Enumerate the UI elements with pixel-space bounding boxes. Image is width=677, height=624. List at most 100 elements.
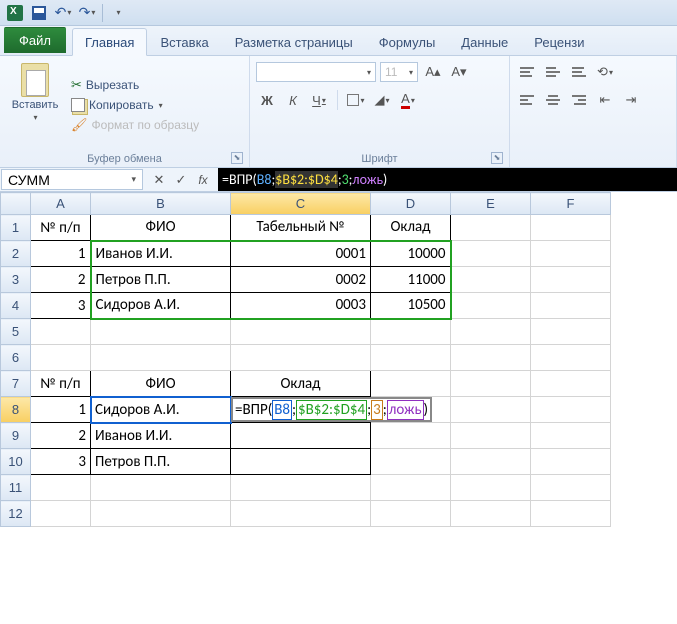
- row-header-9[interactable]: 9: [1, 423, 31, 449]
- cell-A7[interactable]: № п/п: [31, 371, 91, 397]
- row-header-4[interactable]: 4: [1, 293, 31, 319]
- col-header-F[interactable]: F: [531, 193, 611, 215]
- cell-C4[interactable]: 0003: [231, 293, 371, 319]
- align-left-button[interactable]: [516, 89, 538, 111]
- cell-E6[interactable]: [451, 345, 531, 371]
- select-all-button[interactable]: [1, 193, 31, 215]
- cell-F2[interactable]: [531, 241, 611, 267]
- row-header-2[interactable]: 2: [1, 241, 31, 267]
- formula-input[interactable]: =ВПР(B8;$B$2:$D$4;3;ложь): [218, 168, 677, 191]
- cell-D5[interactable]: [371, 319, 451, 345]
- cell-E2[interactable]: [451, 241, 531, 267]
- cell-A9[interactable]: 2: [31, 423, 91, 449]
- cell-A8[interactable]: 1: [31, 397, 91, 423]
- row-header-10[interactable]: 10: [1, 449, 31, 475]
- cell-B11[interactable]: [91, 475, 231, 501]
- font-size-combo[interactable]: 11▾: [380, 62, 418, 82]
- dialog-launcher-icon[interactable]: ⬊: [491, 152, 503, 164]
- row-header-5[interactable]: 5: [1, 319, 31, 345]
- cell-E7[interactable]: [451, 371, 531, 397]
- app-icon[interactable]: [4, 3, 26, 23]
- cell-A6[interactable]: [31, 345, 91, 371]
- cell-F12[interactable]: [531, 501, 611, 527]
- qat-customize[interactable]: ▾: [107, 3, 129, 23]
- cell-F3[interactable]: [531, 267, 611, 293]
- row-header-12[interactable]: 12: [1, 501, 31, 527]
- align-middle-button[interactable]: [542, 61, 564, 83]
- cell-D4[interactable]: 10500: [371, 293, 451, 319]
- cell-F4[interactable]: [531, 293, 611, 319]
- tab-data[interactable]: Данные: [448, 28, 521, 55]
- fill-color-button[interactable]: ◢▾: [371, 89, 393, 111]
- tab-file[interactable]: Файл: [4, 27, 66, 53]
- align-bottom-button[interactable]: [568, 61, 590, 83]
- cell-A11[interactable]: [31, 475, 91, 501]
- cancel-button[interactable]: ✕: [148, 169, 170, 191]
- cell-A1[interactable]: № п/п: [31, 215, 91, 241]
- font-name-combo[interactable]: ▾: [256, 62, 376, 82]
- row-header-11[interactable]: 11: [1, 475, 31, 501]
- grow-font-button[interactable]: A▴: [422, 61, 444, 83]
- cell-F9[interactable]: [531, 423, 611, 449]
- cell-E4[interactable]: [451, 293, 531, 319]
- cell-D1[interactable]: Оклад: [371, 215, 451, 241]
- cell-B4[interactable]: Сидоров А.И.: [91, 293, 231, 319]
- cell-D12[interactable]: [371, 501, 451, 527]
- cell-A5[interactable]: [31, 319, 91, 345]
- borders-button[interactable]: ▾: [345, 89, 367, 111]
- row-header-8[interactable]: 8: [1, 397, 31, 423]
- cell-C7[interactable]: Оклад: [231, 371, 371, 397]
- cell-F11[interactable]: [531, 475, 611, 501]
- cell-F5[interactable]: [531, 319, 611, 345]
- cell-E3[interactable]: [451, 267, 531, 293]
- cell-B8[interactable]: Сидоров А.И.: [91, 397, 231, 423]
- col-header-C[interactable]: C: [231, 193, 371, 215]
- col-header-E[interactable]: E: [451, 193, 531, 215]
- cell-C3[interactable]: 0002: [231, 267, 371, 293]
- cell-C11[interactable]: [231, 475, 371, 501]
- cell-B6[interactable]: [91, 345, 231, 371]
- row-header-6[interactable]: 6: [1, 345, 31, 371]
- cell-D10[interactable]: [371, 449, 451, 475]
- undo-button[interactable]: ↶▾: [52, 3, 74, 23]
- cell-C10[interactable]: [231, 449, 371, 475]
- cell-A3[interactable]: 2: [31, 267, 91, 293]
- cell-A4[interactable]: 3: [31, 293, 91, 319]
- align-top-button[interactable]: [516, 61, 538, 83]
- tab-insert[interactable]: Вставка: [147, 28, 221, 55]
- tab-formulas[interactable]: Формулы: [366, 28, 449, 55]
- cell-B3[interactable]: Петров П.П.: [91, 267, 231, 293]
- cell-D6[interactable]: [371, 345, 451, 371]
- cell-B7[interactable]: ФИО: [91, 371, 231, 397]
- cell-F6[interactable]: [531, 345, 611, 371]
- decrease-indent-button[interactable]: ⇤: [594, 89, 616, 111]
- cell-F1[interactable]: [531, 215, 611, 241]
- save-button[interactable]: [28, 3, 50, 23]
- cell-D9[interactable]: [371, 423, 451, 449]
- format-painter-button[interactable]: 🖌Формат по образцу: [68, 115, 202, 135]
- cell-D2[interactable]: 10000: [371, 241, 451, 267]
- align-right-button[interactable]: [568, 89, 590, 111]
- cell-D11[interactable]: [371, 475, 451, 501]
- cell-C5[interactable]: [231, 319, 371, 345]
- cell-E8[interactable]: [451, 397, 531, 423]
- cut-button[interactable]: ✂Вырезать: [68, 75, 202, 95]
- enter-button[interactable]: ✓: [170, 169, 192, 191]
- cell-F10[interactable]: [531, 449, 611, 475]
- cell-E1[interactable]: [451, 215, 531, 241]
- col-header-B[interactable]: B: [91, 193, 231, 215]
- cell-C1[interactable]: Табельный №: [231, 215, 371, 241]
- italic-button[interactable]: К: [282, 89, 304, 111]
- cell-B12[interactable]: [91, 501, 231, 527]
- worksheet-grid[interactable]: A B C D E F 1 № п/п ФИО Табельный № Окла…: [0, 192, 677, 527]
- row-header-3[interactable]: 3: [1, 267, 31, 293]
- cell-B5[interactable]: [91, 319, 231, 345]
- cell-B1[interactable]: ФИО: [91, 215, 231, 241]
- cell-E5[interactable]: [451, 319, 531, 345]
- cell-A2[interactable]: 1: [31, 241, 91, 267]
- shrink-font-button[interactable]: A▾: [448, 61, 470, 83]
- row-header-1[interactable]: 1: [1, 215, 31, 241]
- paste-button[interactable]: Вставить ▾: [6, 59, 64, 151]
- underline-button[interactable]: Ч▾: [308, 89, 330, 111]
- cell-A12[interactable]: [31, 501, 91, 527]
